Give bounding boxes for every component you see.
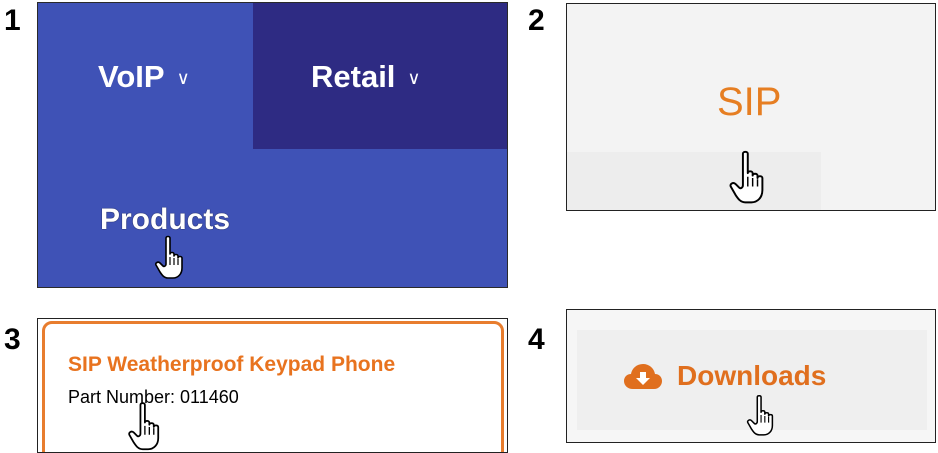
downloads-panel: Downloads [566, 309, 936, 443]
product-card[interactable]: SIP Weatherproof Keypad Phone Part Numbe… [42, 321, 504, 452]
nav-item-products[interactable]: Products [100, 203, 230, 237]
nav-item-voip[interactable]: VoIP ∨ [98, 59, 190, 95]
cloud-download-icon [624, 364, 662, 389]
step-number-3: 3 [4, 323, 21, 356]
sip-menu-lower-area [567, 152, 821, 210]
nav-item-retail-label: Retail [311, 59, 396, 94]
sip-menu-item[interactable]: SIP [717, 80, 781, 125]
hand-cursor-icon [729, 150, 764, 204]
nav-menu-panel: VoIP ∨ Retail ∨ Products [37, 2, 508, 288]
downloads-button[interactable]: Downloads [623, 360, 826, 392]
step-number-1: 1 [4, 4, 21, 37]
downloads-label: Downloads [677, 360, 827, 391]
hand-cursor-icon [746, 394, 774, 436]
product-title[interactable]: SIP Weatherproof Keypad Phone [68, 353, 395, 377]
step-number-2: 2 [528, 4, 545, 37]
sip-menu-panel: SIP [566, 3, 936, 211]
chevron-down-icon: ∨ [407, 67, 421, 88]
nav-item-retail[interactable]: Retail ∨ [311, 59, 421, 95]
chevron-down-icon: ∨ [176, 67, 190, 88]
hand-cursor-icon [155, 235, 183, 279]
nav-item-voip-label: VoIP [98, 59, 165, 94]
hand-cursor-icon [128, 402, 160, 451]
step-number-4: 4 [528, 323, 545, 356]
product-card-panel: SIP Weatherproof Keypad Phone Part Numbe… [37, 318, 508, 453]
